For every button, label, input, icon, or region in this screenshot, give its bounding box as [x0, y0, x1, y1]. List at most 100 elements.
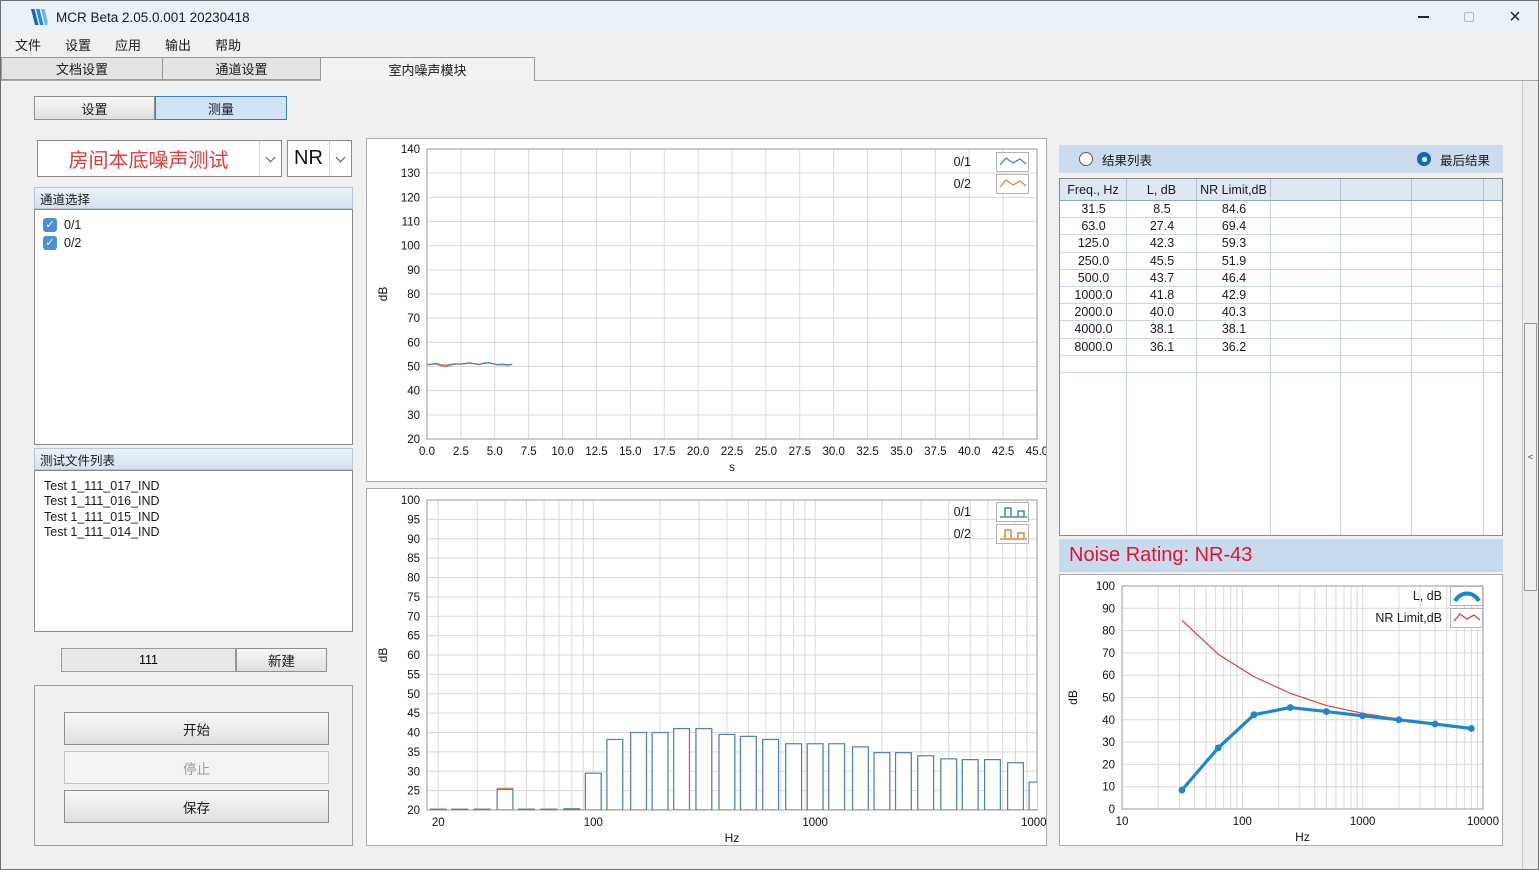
svg-text:90: 90 — [1102, 603, 1115, 615]
maximize-button[interactable] — [1446, 1, 1492, 33]
svg-text:Hz: Hz — [1295, 830, 1310, 844]
svg-text:0.0: 0.0 — [419, 446, 435, 458]
svg-text:30: 30 — [407, 766, 420, 778]
svg-text:25.0: 25.0 — [755, 446, 777, 458]
channel-checkbox[interactable]: ✓ — [43, 218, 57, 232]
subtab-settings[interactable]: 设置 — [34, 96, 155, 120]
svg-text:85: 85 — [407, 553, 420, 565]
table-cell — [1271, 201, 1341, 217]
svg-text:42.5: 42.5 — [992, 446, 1014, 458]
svg-text:95: 95 — [407, 514, 420, 526]
start-button[interactable]: 开始 — [64, 712, 329, 745]
table-cell: 40.3 — [1197, 304, 1271, 320]
channel-label: 0/2 — [64, 236, 81, 250]
channel-checkbox[interactable]: ✓ — [43, 236, 57, 250]
channel-row: ✓ 0/1 — [35, 216, 352, 234]
table-cell — [1271, 304, 1341, 320]
svg-text:12.5: 12.5 — [585, 446, 607, 458]
menu-item[interactable]: 应用 — [103, 33, 153, 56]
svg-text:65: 65 — [407, 631, 420, 643]
svg-text:30: 30 — [1102, 737, 1115, 749]
file-name-input[interactable] — [61, 648, 236, 672]
table-cell: 500.0 — [1060, 270, 1127, 286]
svg-text:45.0: 45.0 — [1026, 446, 1046, 458]
table-cell: 31.5 — [1060, 201, 1127, 217]
channel-label: 0/1 — [64, 218, 81, 232]
legend-item: NR Limit,dB — [1375, 607, 1483, 629]
table-cell — [1341, 270, 1412, 286]
table-cell: 46.4 — [1197, 270, 1271, 286]
svg-text:100: 100 — [401, 495, 420, 507]
window-title: MCR Beta 2.05.0.001 20230418 — [56, 10, 250, 25]
minimize-icon — [1418, 16, 1429, 18]
svg-text:Hz: Hz — [725, 831, 740, 845]
table-cell — [1271, 218, 1341, 234]
svg-text:37.5: 37.5 — [924, 446, 946, 458]
stop-button[interactable]: 停止 — [64, 751, 329, 784]
svg-text:70: 70 — [407, 313, 420, 325]
table-cell — [1271, 235, 1341, 251]
svg-text:80: 80 — [1102, 626, 1115, 638]
dropdown-arrow-box[interactable] — [329, 141, 351, 176]
tab-3[interactable]: 室内噪声模块 — [321, 57, 535, 81]
svg-text:40: 40 — [1102, 715, 1115, 727]
file-list-item[interactable]: Test 1_111_015_IND — [35, 510, 352, 525]
collapse-panel-handle[interactable]: < — [1524, 323, 1537, 591]
table-header-cell — [1412, 179, 1484, 200]
table-row-empty — [1060, 356, 1502, 373]
last-result-radio[interactable] — [1417, 152, 1431, 166]
menu-item[interactable]: 输出 — [153, 33, 203, 56]
file-list-item[interactable]: Test 1_111_017_IND — [35, 479, 352, 494]
collapse-strip: < — [1522, 81, 1538, 869]
dropdown-arrow-box[interactable] — [259, 141, 281, 176]
svg-text:90: 90 — [407, 265, 420, 277]
channel-select-header: 通道选择 — [34, 187, 353, 209]
legend-line-icon — [1450, 608, 1483, 628]
svg-text:80: 80 — [407, 289, 420, 301]
table-header-cell — [1341, 179, 1412, 200]
svg-text:90: 90 — [407, 534, 420, 546]
svg-text:20.0: 20.0 — [687, 446, 709, 458]
svg-text:35: 35 — [407, 747, 420, 759]
menu-item[interactable]: 帮助 — [203, 33, 253, 56]
new-file-button[interactable]: 新建 — [236, 648, 327, 672]
table-cell: 8.5 — [1127, 201, 1197, 217]
table-cell: 42.3 — [1127, 235, 1197, 251]
legend-bar-icon — [996, 524, 1029, 544]
table-cell — [1412, 235, 1484, 251]
save-button[interactable]: 保存 — [64, 790, 329, 823]
tab-1[interactable]: 文档设置 — [1, 57, 163, 80]
legend-item: 0/1 — [954, 501, 1029, 523]
table-row: 125.042.359.3 — [1060, 235, 1502, 252]
table-cell: 1000.0 — [1060, 287, 1127, 303]
svg-text:17.5: 17.5 — [653, 446, 675, 458]
table-header-cell — [1271, 179, 1341, 200]
svg-text:1000: 1000 — [802, 817, 828, 829]
table-cell — [1341, 339, 1412, 355]
svg-text:40: 40 — [407, 386, 420, 398]
legend-line-icon — [996, 152, 1029, 172]
legend-line-icon — [996, 174, 1029, 194]
table-row: 1000.041.842.9 — [1060, 287, 1502, 304]
close-button[interactable]: × — [1492, 1, 1538, 33]
minimize-button[interactable] — [1400, 1, 1446, 33]
channel-row: ✓ 0/2 — [35, 234, 352, 252]
result-list-radio[interactable] — [1079, 152, 1093, 166]
file-list-item[interactable]: Test 1_111_014_IND — [35, 525, 352, 540]
menu-item[interactable]: 文件 — [3, 33, 53, 56]
file-list-item[interactable]: Test 1_111_016_IND — [35, 494, 352, 509]
table-cell — [1341, 235, 1412, 251]
table-cell — [1271, 339, 1341, 355]
legend-label: 0/1 — [954, 155, 971, 169]
table-cell: 36.1 — [1127, 339, 1197, 355]
legend-label: 0/1 — [954, 505, 971, 519]
subtab-measure[interactable]: 测量 — [155, 96, 287, 120]
test-type-dropdown[interactable]: 房间本底噪声测试 — [37, 140, 282, 177]
menu-item[interactable]: 设置 — [53, 33, 103, 56]
svg-text:70: 70 — [1102, 648, 1115, 660]
table-header-cell: L, dB — [1127, 179, 1197, 200]
tab-2[interactable]: 通道设置 — [163, 57, 321, 80]
rating-type-dropdown[interactable]: NR — [287, 140, 352, 177]
svg-text:dB: dB — [376, 287, 390, 302]
table-cell — [1341, 321, 1412, 337]
